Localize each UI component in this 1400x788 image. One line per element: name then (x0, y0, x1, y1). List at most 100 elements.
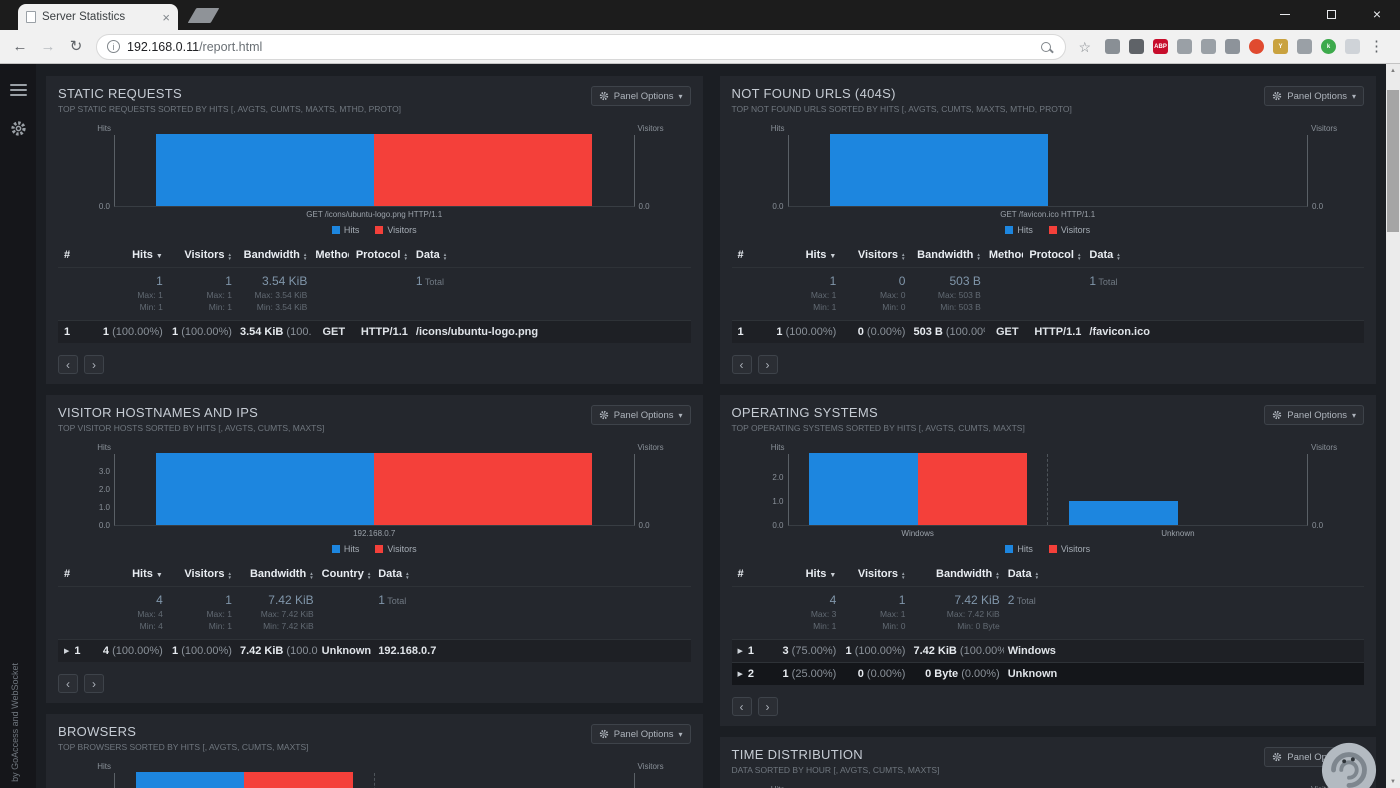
prev-page-button[interactable]: ‹ (731, 355, 752, 374)
next-page-button[interactable]: › (84, 355, 104, 374)
browser-tab[interactable]: Server Statistics × (18, 4, 178, 30)
left-axis-ticks: 0.0 (732, 135, 788, 211)
next-page-button[interactable]: › (84, 674, 104, 693)
panel-options-button[interactable]: Panel Options ▾ (590, 405, 691, 425)
panel-options-button[interactable]: Panel Options ▾ (1264, 405, 1364, 425)
summary-visitors: 1 Max: 1 Min: 0 (840, 593, 909, 631)
panel-options-button[interactable]: Panel Options ▾ (590, 724, 691, 744)
extension-6-icon[interactable] (1225, 39, 1240, 54)
next-page-button[interactable]: › (757, 355, 778, 374)
column-header-data[interactable]: Data ▲ ▼ (1004, 568, 1362, 580)
prev-page-button[interactable]: ‹ (731, 697, 752, 716)
column-header-data[interactable]: Data ▲ ▼ (1085, 249, 1362, 261)
browser-menu-icon[interactable]: ⋮ (1364, 39, 1392, 54)
column-header-bandwidth[interactable]: Bandwidth ▲ ▼ (236, 249, 311, 261)
panel-options-button[interactable]: Panel Options ▾ (1264, 86, 1364, 106)
chart-legend: Hits Visitors (58, 544, 691, 554)
column-header-visitors[interactable]: Visitors ▲ ▼ (840, 249, 909, 261)
extension-4-icon[interactable] (1177, 39, 1192, 54)
extension-11-icon[interactable] (1345, 39, 1360, 54)
expand-row-icon[interactable]: ▶ (738, 648, 743, 655)
column-header-method[interactable]: Method▲▼ (311, 249, 349, 261)
column-header-bandwidth[interactable]: Bandwidth ▲ ▼ (909, 568, 1003, 580)
column-header-country[interactable]: Country ▲ ▼ (318, 568, 375, 580)
panel-header: OPERATING SYSTEMS TOP OPERATING SYSTEMS S… (732, 405, 1364, 433)
y-tick-label: 0.0 (1312, 521, 1324, 530)
column-header-hits[interactable]: Hits ▼ (98, 568, 167, 580)
column-header-visitors[interactable]: Visitors ▲ ▼ (167, 568, 236, 580)
column-label: Protocol (1029, 249, 1074, 261)
column-header-data[interactable]: Data ▲ ▼ (374, 568, 688, 580)
column-header-protocol[interactable]: Protocol ▲ ▼ (349, 249, 412, 261)
extension-y-icon[interactable]: Y (1273, 39, 1288, 54)
table-row[interactable]: 11 (100.00%)1 (100.00%)3.54 KiB (100.00%… (58, 320, 691, 343)
category-labels: Windows Unknown (788, 529, 1309, 538)
tab-close-icon[interactable]: × (162, 11, 170, 24)
panel-title: NOT FOUND URLS (404S) (731, 86, 896, 101)
window-minimize-button[interactable] (1262, 0, 1308, 28)
prev-page-button[interactable]: ‹ (58, 674, 78, 693)
axis-labels-row: Hits Visitors (58, 762, 691, 771)
right-axis-ticks: 0.0 (1308, 135, 1364, 211)
next-page-button[interactable]: › (757, 697, 778, 716)
table-row[interactable]: 11 (100.00%)0 (0.00%)503 B (100.00%)GETH… (731, 320, 1364, 343)
extension-9-icon[interactable] (1297, 39, 1312, 54)
cell-value: 3.54 KiB (239, 326, 284, 338)
zoom-icon[interactable] (1041, 41, 1052, 52)
column-header-hits[interactable]: Hits ▼ (765, 568, 840, 580)
scrollbar-thumb[interactable] (1387, 90, 1399, 232)
summary-minmax: Max: 3 (810, 609, 837, 619)
panel-options-button[interactable]: Panel Options ▾ (590, 86, 691, 106)
extension-k-icon[interactable]: k (1321, 39, 1336, 54)
column-label: Hits (805, 568, 827, 580)
reload-button[interactable]: ↻ (64, 39, 88, 54)
extension-2-icon[interactable] (1129, 39, 1144, 54)
panel-header: STATIC REQUESTS TOP STATIC REQUESTS SORTE… (58, 86, 691, 114)
expand-row-icon[interactable]: ▶ (64, 648, 69, 655)
sort-down-arrow: ▼ (1116, 256, 1121, 261)
scroll-up-icon[interactable]: ▲ (1386, 64, 1400, 77)
close-icon: × (1372, 6, 1382, 22)
scrollbar[interactable]: ▲ ▼ (1386, 64, 1400, 788)
column-header-data[interactable]: Data ▲ ▼ (412, 249, 689, 261)
expand-row-icon[interactable]: ▶ (738, 671, 743, 678)
plot-row: 0.0 1.0 2.0 0.0 (732, 453, 1365, 530)
column-header-method[interactable]: Method▲▼ (985, 249, 1023, 261)
table-row[interactable]: ▶ 2 1 (25.00%) 0 (0.00%) 0 Byte (0.00%) Unkno… (731, 662, 1364, 685)
column-header-bandwidth[interactable]: Bandwidth ▲ ▼ (236, 568, 318, 580)
legend-swatch (375, 545, 384, 553)
extension-7-icon[interactable] (1249, 39, 1264, 54)
column-header-visitors[interactable]: Visitors ▲ ▼ (167, 249, 236, 261)
prev-page-button[interactable]: ‹ (58, 355, 78, 374)
bookmark-star-icon[interactable]: ☆ (1078, 40, 1091, 54)
new-tab-button[interactable] (187, 8, 220, 23)
cell-value: 2 (747, 668, 755, 680)
summary-minmax: Max: 1 (810, 290, 837, 300)
right-axis-label: Visitors (637, 124, 664, 133)
window-titlebar[interactable]: Server Statistics × × (0, 0, 1400, 30)
column-header-hits[interactable]: Hits ▼ (765, 249, 840, 261)
page-info-icon[interactable]: i (107, 40, 120, 53)
window-close-button[interactable]: × (1354, 0, 1400, 28)
address-bar[interactable]: i 192.168.0.11/report.html (96, 33, 1067, 60)
settings-gear-icon[interactable] (9, 120, 27, 142)
summary-value: 1 (156, 274, 163, 288)
column-header-hits[interactable]: Hits ▼ (91, 249, 166, 261)
table-row[interactable]: ▶13 (75.00%)1 (100.00%)7.42 KiB (100.00%… (731, 639, 1364, 662)
summary-bandwidth: 7.42 KiB Max: 7.42 KiB Min: 7.42 KiB (236, 593, 318, 631)
plot-area (114, 772, 635, 788)
column-header-protocol[interactable]: Protocol ▲ ▼ (1023, 249, 1086, 261)
column-header-bandwidth[interactable]: Bandwidth ▲ ▼ (909, 249, 984, 261)
extension-1-icon[interactable] (1105, 39, 1120, 54)
window-maximize-button[interactable] (1308, 0, 1354, 28)
back-button[interactable]: ← (8, 39, 32, 54)
column-header-visitors[interactable]: Visitors ▲ ▼ (840, 568, 909, 580)
table-row[interactable]: ▶14 (100.00%)1 (100.00%)7.42 KiB (100.00… (58, 639, 691, 662)
extension-5-icon[interactable] (1201, 39, 1216, 54)
menu-icon[interactable] (9, 84, 27, 96)
forward-button[interactable]: → (36, 39, 60, 54)
sort-icon: ▲ ▼ (227, 252, 231, 261)
extension-abp-icon[interactable]: ABP (1153, 39, 1168, 54)
scroll-down-icon[interactable]: ▼ (1386, 775, 1400, 788)
cell-bandwidth: 503 B (100.00%) (909, 326, 984, 338)
